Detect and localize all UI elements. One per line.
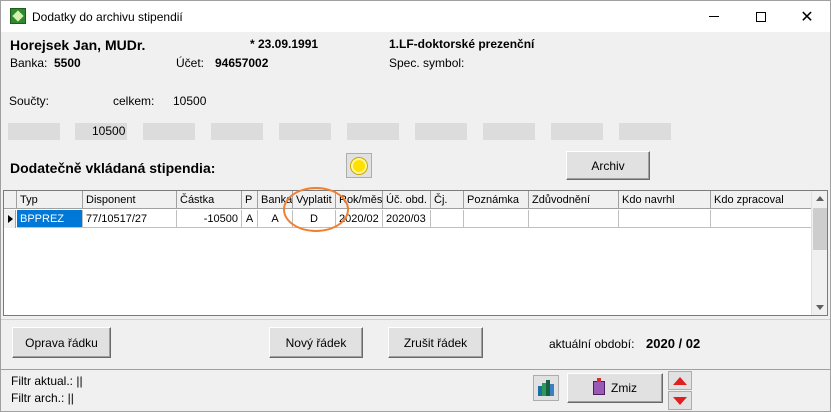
- move-down-button[interactable]: [668, 391, 692, 410]
- zmiz-button[interactable]: Zmiz: [567, 373, 663, 403]
- app-icon: [10, 8, 26, 24]
- title-bar: Dodatky do archivu stipendií ✕: [1, 1, 830, 32]
- archive-button-label: Archiv: [591, 158, 625, 173]
- col-header[interactable]: Poznámka: [464, 191, 529, 209]
- bank-value: 5500: [54, 56, 81, 70]
- col-header[interactable]: Kdo navrhl: [619, 191, 711, 209]
- grid-header: Typ Disponent Částka P Banka Vyplatit Ro…: [4, 191, 812, 209]
- sum-box-1: [8, 123, 60, 140]
- account-label: Účet:: [176, 56, 205, 70]
- status-bar: [1, 369, 830, 412]
- books-icon: [538, 380, 554, 396]
- header-corner: [4, 191, 17, 209]
- grid-scrollbar[interactable]: [811, 191, 827, 315]
- highlight-ring: [283, 187, 349, 232]
- scroll-down-icon[interactable]: [816, 305, 824, 310]
- account-value: 94657002: [215, 56, 269, 70]
- cell-p[interactable]: A: [242, 210, 258, 228]
- books-button[interactable]: [533, 375, 559, 401]
- arrow-down-icon: [673, 396, 687, 405]
- archive-button[interactable]: Archiv: [566, 151, 650, 180]
- sums-label: Součty:: [9, 94, 50, 108]
- arrow-up-icon: [673, 376, 687, 385]
- col-header[interactable]: P: [242, 191, 258, 209]
- study-program: 1.LF-doktorské prezenční: [389, 37, 535, 51]
- close-button[interactable]: ✕: [784, 1, 830, 32]
- sums-total-value: 10500: [173, 94, 207, 108]
- sum-box-8: [483, 123, 535, 140]
- scroll-thumb[interactable]: [813, 208, 827, 250]
- cell-typ[interactable]: BPPREZ: [17, 210, 83, 228]
- sums-total-label: celkem:: [113, 94, 155, 108]
- cell-poznamka[interactable]: [464, 210, 529, 228]
- fix-row-button[interactable]: Oprava řádku: [12, 327, 111, 358]
- sum-box-value: 10500: [92, 124, 126, 138]
- stipend-grid[interactable]: Typ Disponent Částka P Banka Vyplatit Ro…: [3, 190, 828, 316]
- cancel-row-button[interactable]: Zrušit řádek: [388, 327, 483, 358]
- cell-uc-obd[interactable]: 2020/03: [383, 210, 431, 228]
- sum-box-9: [551, 123, 603, 140]
- cell-kdo-navrhl[interactable]: [619, 210, 711, 228]
- birth-date: * 23.09.1991: [250, 37, 319, 51]
- bank-label: Banka:: [10, 56, 48, 70]
- sum-box-2: 10500: [75, 123, 127, 140]
- cell-cj[interactable]: [431, 210, 464, 228]
- cancel-row-label: Zrušit řádek: [403, 335, 468, 350]
- maximize-button[interactable]: [738, 1, 784, 32]
- period-value: 2020 / 02: [646, 336, 701, 351]
- new-row-button[interactable]: Nový řádek: [269, 327, 363, 358]
- scroll-up-icon[interactable]: [816, 196, 824, 201]
- period-label: aktuální období:: [549, 337, 635, 351]
- section-title: Dodatečně vkládaná stipendia:: [10, 160, 216, 176]
- close-icon: ✕: [800, 8, 814, 26]
- window-title: Dodatky do archivu stipendií: [32, 10, 183, 24]
- sun-icon: [353, 159, 365, 172]
- col-header[interactable]: Částka: [177, 191, 242, 209]
- col-header[interactable]: Čj.: [431, 191, 464, 209]
- row-indicator-icon: [4, 210, 16, 228]
- col-header[interactable]: Typ: [17, 191, 83, 209]
- move-up-button[interactable]: [668, 371, 692, 390]
- person-name: Horejsek Jan, MUDr.: [10, 37, 146, 53]
- col-header[interactable]: Kdo zpracoval: [711, 191, 812, 209]
- sum-box-4: [211, 123, 263, 140]
- minimize-button[interactable]: [691, 1, 737, 32]
- dialog-window: Dodatky do archivu stipendií ✕ Horejsek …: [0, 0, 831, 412]
- cell-zduvodneni[interactable]: [529, 210, 619, 228]
- col-header[interactable]: Zdůvodnění: [529, 191, 619, 209]
- zmiz-icon: [593, 378, 605, 395]
- sum-box-10: [619, 123, 671, 140]
- maximize-icon: [756, 11, 766, 22]
- col-header[interactable]: Úč. obd.: [383, 191, 431, 209]
- fix-row-label: Oprava řádku: [25, 335, 98, 350]
- spec-symbol-label: Spec. symbol:: [389, 56, 465, 70]
- filter-archive: Filtr arch.: ||: [11, 391, 74, 405]
- table-row[interactable]: BPPREZ 77/10517/27 -10500 A A D 2020/02 …: [4, 210, 812, 228]
- cell-disponent[interactable]: 77/10517/27: [83, 210, 177, 228]
- minimize-icon: [709, 16, 719, 17]
- filter-current: Filtr aktual.: ||: [11, 374, 83, 388]
- cell-castka[interactable]: -10500: [177, 210, 242, 228]
- new-row-label: Nový řádek: [285, 335, 347, 350]
- cell-kdo-zpracoval[interactable]: [711, 210, 812, 228]
- sum-box-7: [415, 123, 467, 140]
- col-header[interactable]: Disponent: [83, 191, 177, 209]
- new-item-button[interactable]: [346, 153, 372, 178]
- sum-box-3: [143, 123, 195, 140]
- sum-box-6: [347, 123, 399, 140]
- sum-box-5: [279, 123, 331, 140]
- zmiz-label: Zmiz: [611, 381, 637, 395]
